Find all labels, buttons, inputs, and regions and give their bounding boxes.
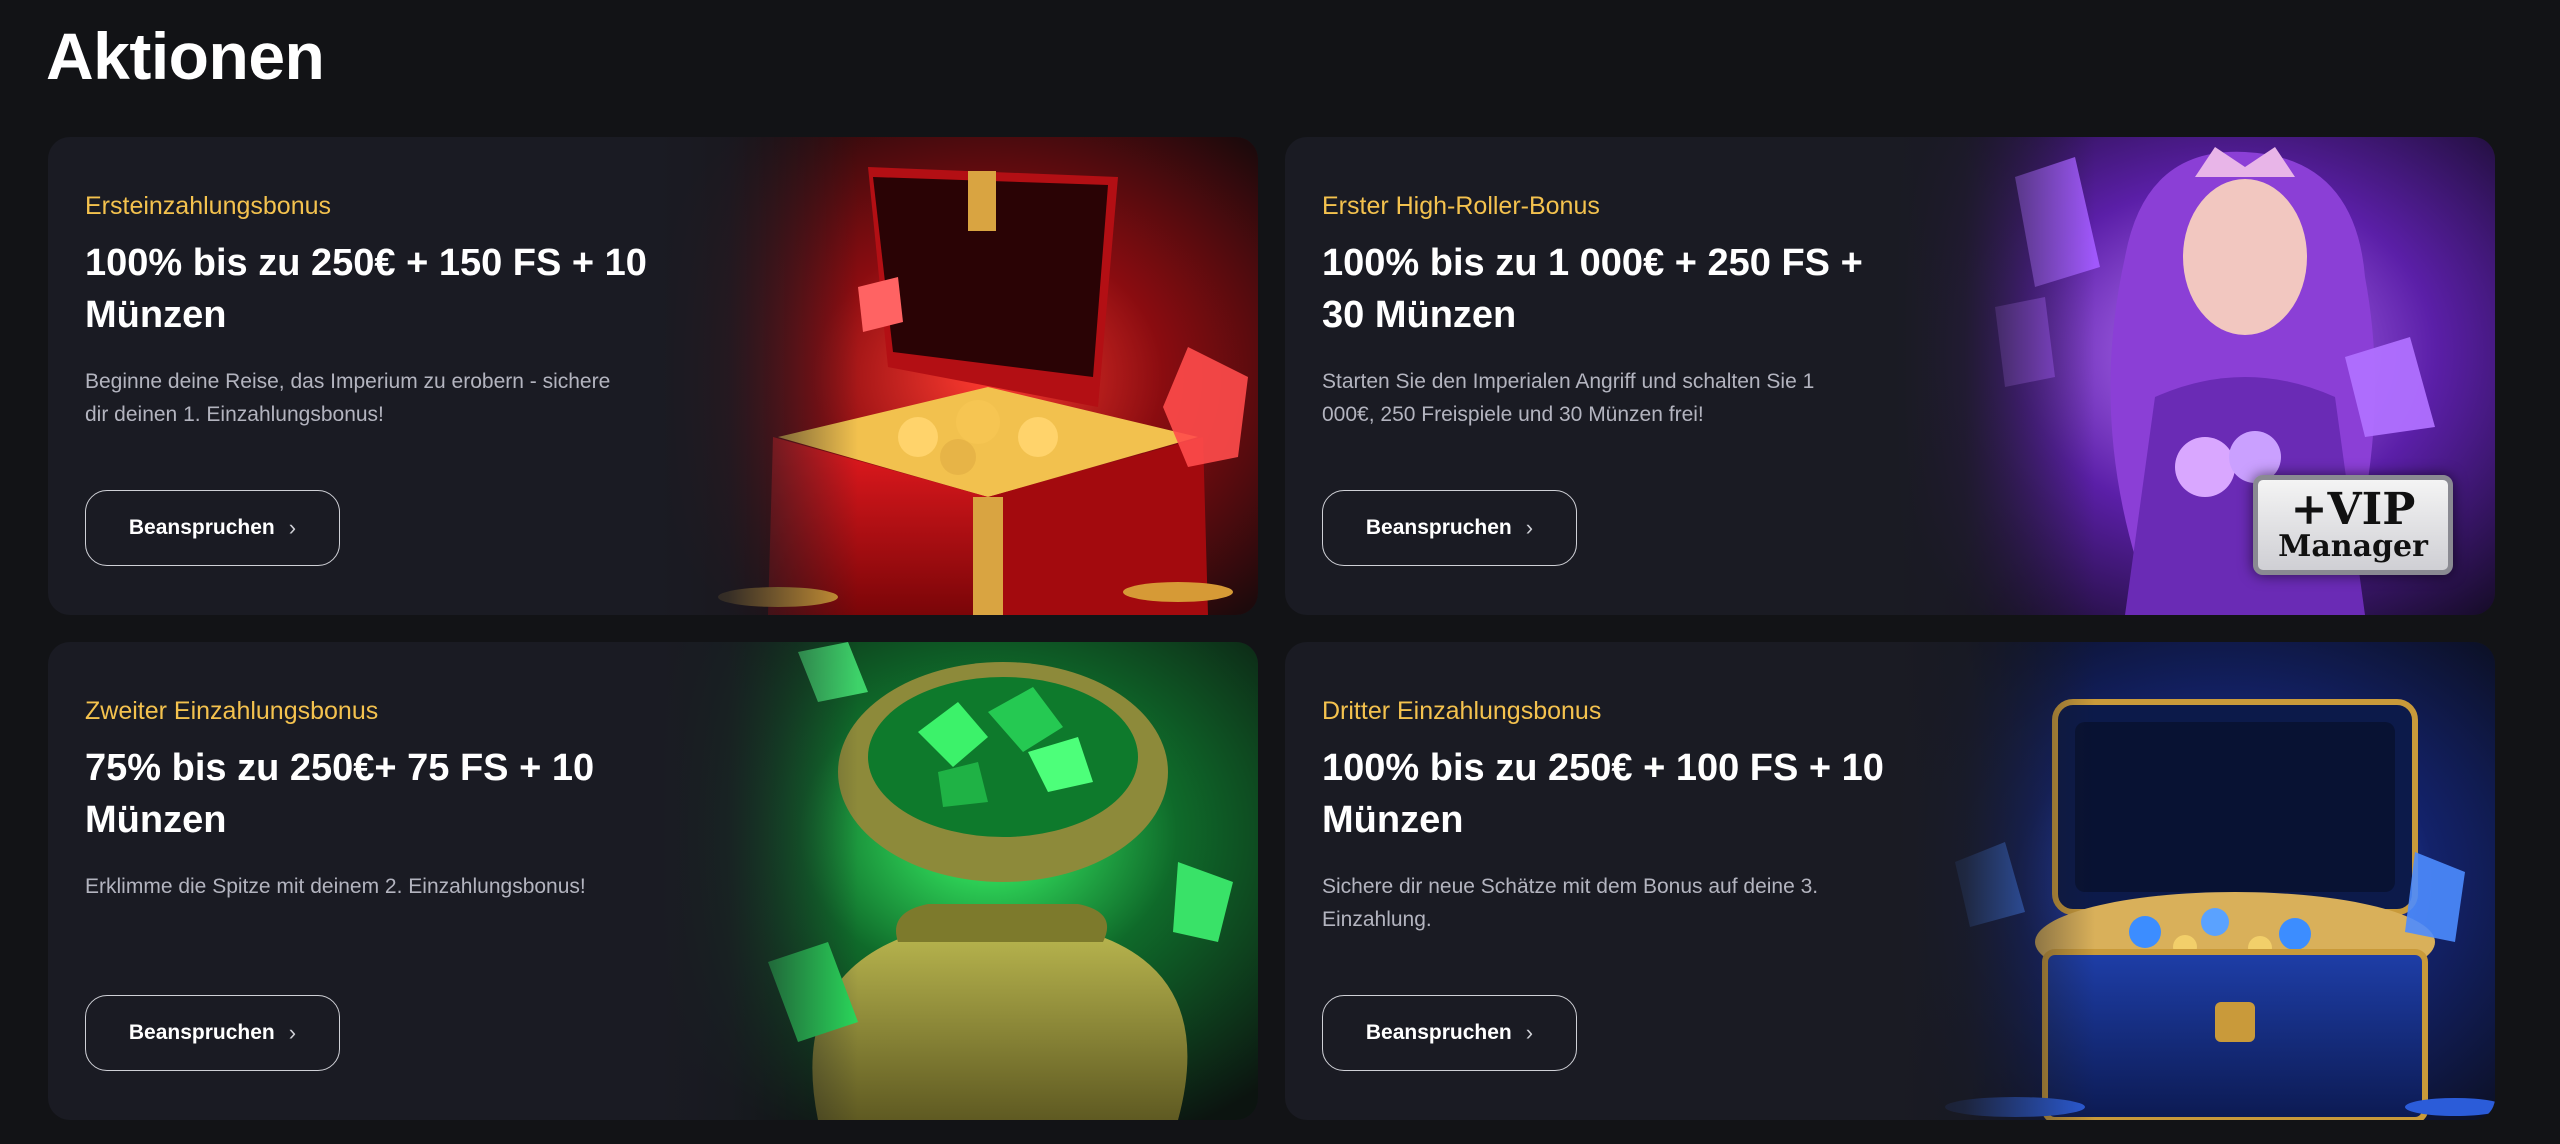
promo-kicker: Ersteinzahlungsbonus (85, 192, 331, 220)
claim-button[interactable]: Beanspruchen › (1322, 995, 1577, 1071)
chevron-right-icon: › (1525, 1020, 1534, 1045)
promotions-page: Aktionen Ersteinzahlungsbonus 100% bis z… (0, 0, 2560, 1144)
promo-card-third-deposit: Dritter Einzahlungsbonus 100% bis zu 250… (1285, 642, 2495, 1120)
promo-card-first-deposit: Ersteinzahlungsbonus 100% bis zu 250€ + … (48, 137, 1258, 615)
promo-card-high-roller: +VIP Manager Erster High-Roller-Bonus 10… (1285, 137, 2495, 615)
vip-manager-badge: +VIP Manager (2253, 475, 2453, 575)
promo-headline: 100% bis zu 250€ + 150 FS + 10 Münzen (85, 242, 647, 336)
promo-description: Beginne deine Reise, das Imperium zu ero… (85, 370, 611, 426)
claim-button-label: Beanspruchen (1365, 1021, 1512, 1044)
art-fade-overlay (658, 137, 858, 615)
promo-kicker: Erster High-Roller-Bonus (1322, 192, 1600, 220)
claim-button[interactable]: Beanspruchen › (85, 995, 340, 1071)
art-fade-overlay (1895, 137, 2095, 615)
chevron-right-icon: › (288, 515, 297, 540)
promo-description: Erklimme die Spitze mit deinem 2. Einzah… (85, 875, 586, 898)
chevron-right-icon: › (1525, 515, 1534, 540)
claim-button[interactable]: Beanspruchen › (85, 490, 340, 566)
claim-button-label: Beanspruchen (128, 516, 275, 539)
page-title: Aktionen (46, 19, 325, 93)
blue-treasure-chest-illustration (1895, 642, 2495, 1120)
promo-card-second-deposit: Zweiter Einzahlungsbonus 75% bis zu 250€… (48, 642, 1258, 1120)
claim-button-label: Beanspruchen (1365, 516, 1512, 539)
promo-kicker: Dritter Einzahlungsbonus (1322, 697, 1602, 725)
purple-queen-illustration: +VIP Manager (1895, 137, 2495, 615)
promo-headline: 100% bis zu 1 000€ + 250 FS + 30 Münzen (1322, 242, 1863, 336)
chevron-right-icon: › (288, 1020, 297, 1045)
promo-headline: 100% bis zu 250€ + 100 FS + 10 Münzen (1322, 747, 1884, 841)
promo-headline: 75% bis zu 250€+ 75 FS + 10 Münzen (85, 747, 595, 841)
claim-button[interactable]: Beanspruchen › (1322, 490, 1577, 566)
red-treasure-chest-illustration (658, 137, 1258, 615)
emerald-sack-illustration (658, 642, 1258, 1120)
promo-description: Starten Sie den Imperialen Angriff und s… (1322, 370, 1815, 426)
promo-description: Sichere dir neue Schätze mit dem Bonus a… (1322, 875, 1819, 931)
art-fade-overlay (1895, 642, 2095, 1120)
art-fade-overlay (658, 642, 858, 1120)
promo-kicker: Zweiter Einzahlungsbonus (85, 697, 379, 725)
claim-button-label: Beanspruchen (128, 1021, 275, 1044)
